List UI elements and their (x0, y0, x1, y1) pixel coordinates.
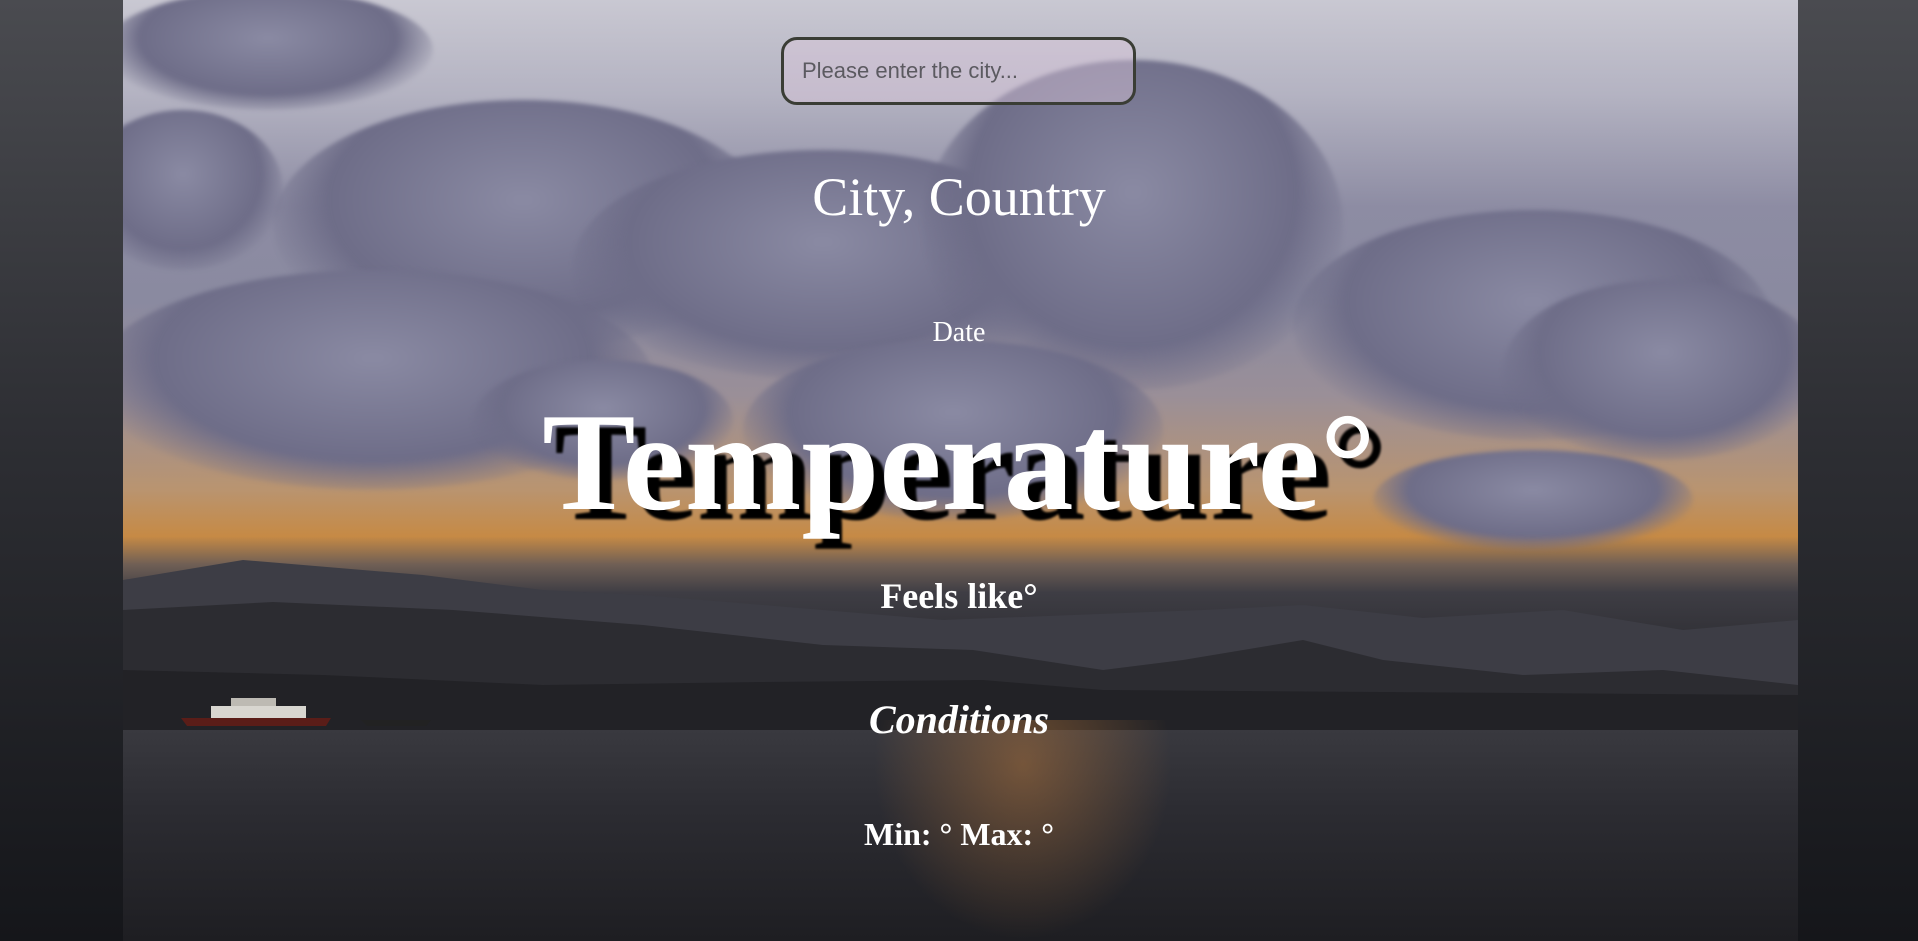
weather-app: City, Country Date Temperature° Feels li… (0, 0, 1918, 941)
city-country-label: City, Country (812, 167, 1106, 227)
temperature-value: Temperature° (542, 385, 1376, 540)
conditions-label: Conditions (868, 697, 1050, 742)
city-search-input[interactable] (781, 37, 1136, 105)
date-label: Date (932, 317, 986, 348)
min-max-temperature: Min: ° Max: ° (864, 816, 1054, 852)
feels-like-value: Feels like° (880, 576, 1038, 616)
